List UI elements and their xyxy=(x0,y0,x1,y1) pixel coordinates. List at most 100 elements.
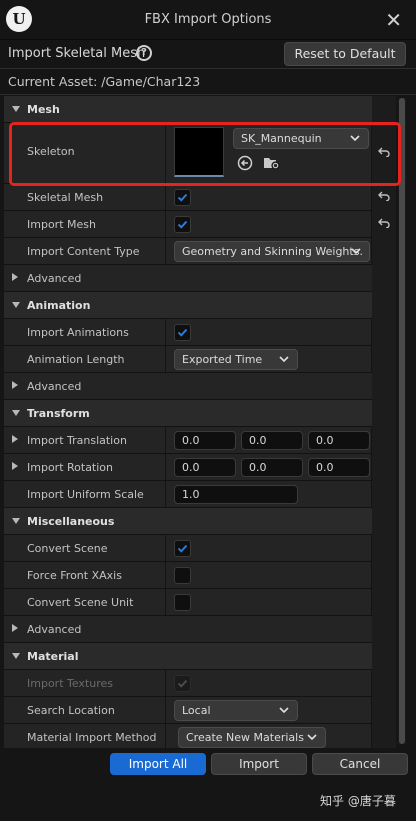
expand-arrow-icon[interactable] xyxy=(12,462,18,470)
property-import-content-type: Import Content Type Geometry and Skinnin… xyxy=(4,238,372,265)
checkmark-icon xyxy=(177,544,188,553)
property-force-front-xaxis: Force Front XAxis xyxy=(4,562,372,589)
reset-to-default-icon[interactable] xyxy=(378,191,390,201)
translation-z-field[interactable]: 0.0 xyxy=(308,431,370,450)
import-textures-checkbox xyxy=(174,675,191,692)
reset-to-default-icon[interactable] xyxy=(378,147,390,157)
expand-arrow-icon[interactable] xyxy=(12,381,18,389)
rotation-z-field[interactable]: 0.0 xyxy=(308,458,370,477)
advanced-label: Advanced xyxy=(27,272,82,285)
skeleton-thumbnail[interactable] xyxy=(174,127,224,177)
force-front-xaxis-checkbox[interactable] xyxy=(174,567,191,584)
collapse-arrow-icon[interactable] xyxy=(12,653,20,659)
property-label: Import Textures xyxy=(27,677,114,690)
material-import-method-dropdown[interactable]: Create New Materials xyxy=(178,727,326,748)
expand-arrow-icon[interactable] xyxy=(12,273,18,281)
chevron-down-icon xyxy=(351,248,361,255)
use-selected-asset-icon[interactable] xyxy=(237,155,253,171)
skeletal-mesh-checkbox[interactable] xyxy=(174,189,191,206)
scrollbar-thumb[interactable] xyxy=(399,98,405,744)
property-label: Convert Scene xyxy=(27,542,108,555)
category-label: Transform xyxy=(27,407,90,420)
checkmark-icon xyxy=(177,193,188,202)
advanced-label: Advanced xyxy=(27,380,82,393)
current-asset-label: Current Asset: /Game/Char123 xyxy=(8,74,201,89)
category-miscellaneous[interactable]: Miscellaneous xyxy=(4,508,372,535)
convert-scene-checkbox[interactable] xyxy=(174,540,191,557)
reset-to-default-button[interactable]: Reset to Default xyxy=(284,42,406,66)
property-label: Import Uniform Scale xyxy=(27,488,144,501)
property-label: Import Animations xyxy=(27,326,129,339)
rotation-y-field[interactable]: 0.0 xyxy=(241,458,303,477)
category-transform[interactable]: Transform xyxy=(4,400,372,427)
collapse-arrow-icon[interactable] xyxy=(12,518,20,524)
property-import-rotation: Import Rotation 0.0 0.0 0.0 xyxy=(4,454,372,481)
close-icon[interactable]: ✕ xyxy=(385,8,402,32)
property-material-import-method: Material Import Method Create New Materi… xyxy=(4,724,372,748)
translation-y-field[interactable]: 0.0 xyxy=(241,431,303,450)
collapse-arrow-icon[interactable] xyxy=(12,410,20,416)
advanced-label: Advanced xyxy=(27,623,82,636)
property-label: Search Location xyxy=(27,704,115,717)
property-convert-scene: Convert Scene xyxy=(4,535,372,562)
property-label: Skeletal Mesh xyxy=(27,191,104,204)
category-label: Animation xyxy=(27,299,91,312)
property-label: Animation Length xyxy=(27,353,125,366)
animation-length-dropdown[interactable]: Exported Time xyxy=(174,349,298,370)
cancel-button[interactable]: Cancel xyxy=(312,753,408,775)
divider xyxy=(0,94,416,95)
category-material[interactable]: Material xyxy=(4,643,372,670)
mesh-advanced-row[interactable]: Advanced xyxy=(4,265,372,292)
import-animations-checkbox[interactable] xyxy=(174,324,191,341)
import-all-button[interactable]: Import All xyxy=(110,753,206,775)
animation-advanced-row[interactable]: Advanced xyxy=(4,373,372,400)
checkmark-icon xyxy=(177,328,188,337)
category-label: Material xyxy=(27,650,79,663)
reset-to-default-icon[interactable] xyxy=(378,218,390,228)
category-animation[interactable]: Animation xyxy=(4,292,372,319)
uniform-scale-field[interactable]: 1.0 xyxy=(174,485,298,504)
property-search-location: Search Location Local xyxy=(4,697,372,724)
property-import-mesh: Import Mesh xyxy=(4,211,390,238)
import-mesh-checkbox[interactable] xyxy=(174,216,191,233)
skeleton-asset-picker[interactable]: SK_Mannequin xyxy=(233,128,369,149)
property-import-translation: Import Translation 0.0 0.0 0.0 xyxy=(4,427,372,454)
property-convert-scene-unit: Convert Scene Unit xyxy=(4,589,372,616)
expand-arrow-icon[interactable] xyxy=(12,624,18,632)
scrollbar[interactable] xyxy=(398,98,406,744)
property-animation-length: Animation Length Exported Time xyxy=(4,346,372,373)
dialog-footer: Import All Import Cancel 知乎 @唐子暮 xyxy=(0,748,416,821)
rotation-x-field[interactable]: 0.0 xyxy=(174,458,236,477)
property-label: Material Import Method xyxy=(27,731,157,744)
collapse-arrow-icon[interactable] xyxy=(12,302,20,308)
dropdown-value: Local xyxy=(182,704,211,717)
property-label: Import Content Type xyxy=(27,245,140,258)
search-location-dropdown[interactable]: Local xyxy=(174,700,298,721)
property-label: Import Mesh xyxy=(27,218,96,231)
property-label: Import Translation xyxy=(27,434,127,447)
property-import-animations: Import Animations xyxy=(4,319,372,346)
category-mesh[interactable]: Mesh xyxy=(4,96,372,123)
checkmark-icon xyxy=(177,220,188,229)
property-skeletal-mesh: Skeletal Mesh xyxy=(4,184,390,211)
import-button[interactable]: Import xyxy=(211,753,307,775)
import-content-type-dropdown[interactable]: Geometry and Skinning Weights. xyxy=(174,241,370,262)
collapse-arrow-icon[interactable] xyxy=(12,106,20,112)
title-bar: U FBX Import Options ✕ xyxy=(0,0,416,40)
property-label: Convert Scene Unit xyxy=(27,596,134,609)
misc-advanced-row[interactable]: Advanced xyxy=(4,616,372,643)
dropdown-value: Geometry and Skinning Weights. xyxy=(182,245,363,258)
translation-x-field[interactable]: 0.0 xyxy=(174,431,236,450)
chevron-down-icon xyxy=(279,356,289,363)
details-panel: Mesh Skeleton SK_Mannequin Skeletal Mesh… xyxy=(4,96,396,748)
chevron-down-icon xyxy=(279,707,289,714)
expand-arrow-icon[interactable] xyxy=(12,435,18,443)
chevron-down-icon xyxy=(307,734,317,741)
convert-scene-unit-checkbox[interactable] xyxy=(174,594,191,611)
browse-folder-icon[interactable] xyxy=(263,155,281,171)
property-import-uniform-scale: Import Uniform Scale 1.0 xyxy=(4,481,372,508)
window-title: FBX Import Options xyxy=(144,12,272,27)
help-icon[interactable]: ? xyxy=(136,45,152,61)
skeleton-row: Skeleton SK_Mannequin xyxy=(4,123,390,184)
property-label: Force Front XAxis xyxy=(27,569,122,582)
